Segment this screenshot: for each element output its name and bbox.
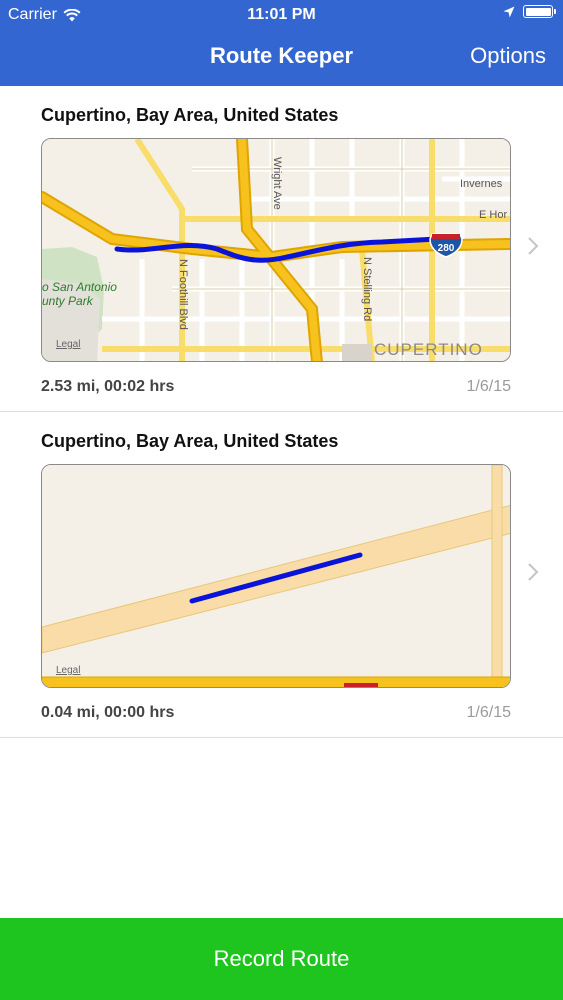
status-right [503,5,556,18]
street-label: N Stelling Rd [361,257,373,321]
park-label: unty Park [42,294,94,308]
record-route-button[interactable]: Record Route [0,918,563,1000]
chevron-right-icon [528,563,539,581]
map-graphic: Legal [42,465,510,687]
location-arrow-icon [503,6,515,17]
route-row[interactable]: Cupertino, Bay Area, United States Legal… [0,412,563,738]
street-label: E Hor [479,209,507,221]
map-legal-link[interactable]: Legal [56,339,80,350]
street-label: N Foothill Blvd [177,259,189,330]
shield-label: 280 [438,243,455,254]
status-bar: Carrier 11:01 PM [0,0,563,30]
city-label: CUPERTINO [374,340,483,359]
route-map-thumbnail: Legal [41,464,511,688]
options-button[interactable]: Options [470,43,546,69]
route-date: 1/6/15 [466,704,511,721]
street-label: Wright Ave [271,157,283,210]
street-label: Invernes [460,178,503,190]
route-stats: 2.53 mi, 00:02 hrs [41,378,175,395]
route-location: Cupertino, Bay Area, United States [41,105,339,125]
status-time: 11:01 PM [247,6,316,23]
route-date: 1/6/15 [466,378,511,395]
navigation-bar: Carrier 11:01 PM Route Keeper Options [0,0,563,86]
chevron-right-icon [528,237,539,255]
route-map-thumbnail: 280 Wright Ave N Foothill Blvd N Stellin… [41,138,511,362]
park-label: o San Antonio [42,280,117,294]
route-location: Cupertino, Bay Area, United States [41,431,339,451]
map-graphic: 280 Wright Ave N Foothill Blvd N Stellin… [42,139,510,361]
route-stats: 0.04 mi, 00:00 hrs [41,704,175,721]
battery-icon [523,5,556,18]
route-row[interactable]: Cupertino, Bay Area, United States 280 W… [0,86,563,412]
route-list: Cupertino, Bay Area, United States 280 W… [0,86,563,738]
map-legal-link[interactable]: Legal [56,665,80,676]
